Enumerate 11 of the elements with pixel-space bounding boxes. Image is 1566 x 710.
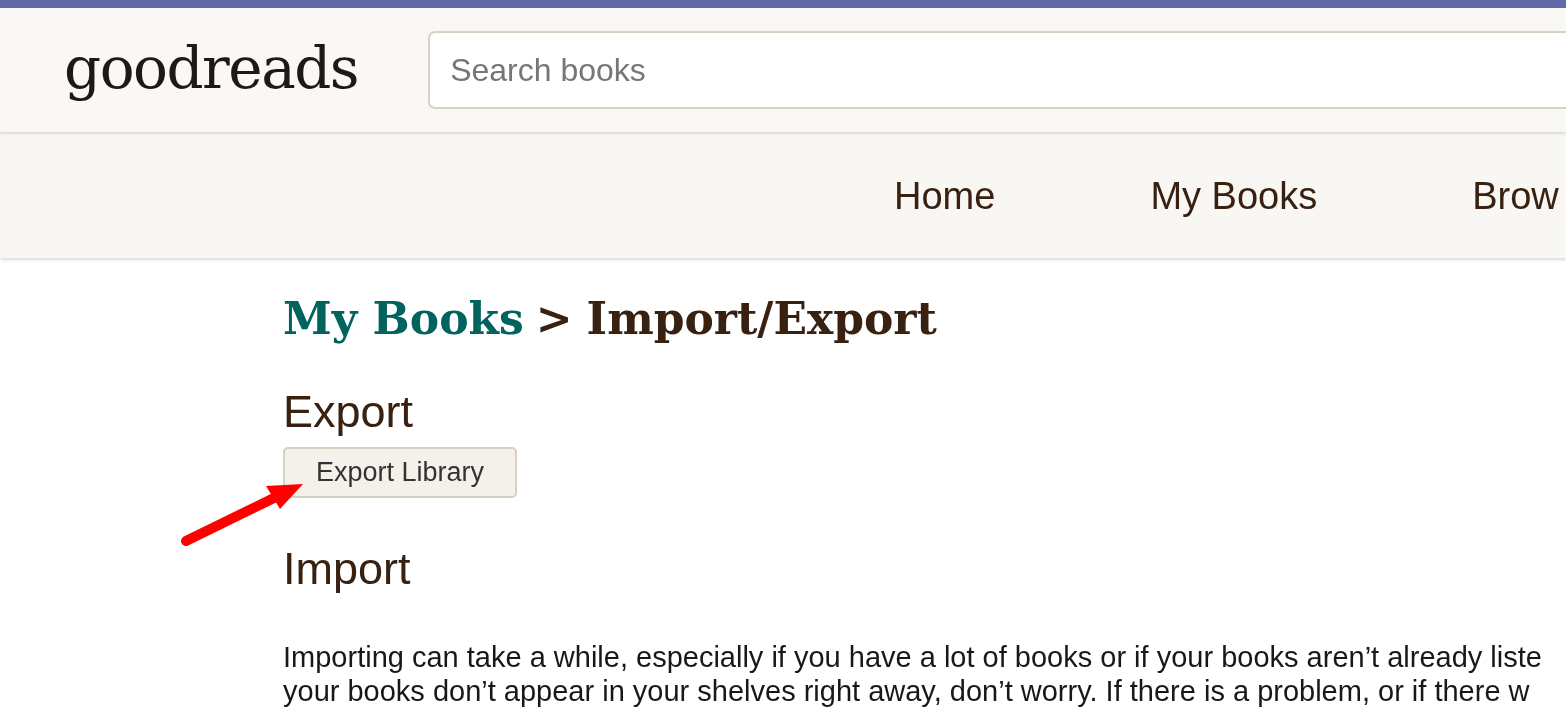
nav-link[interactable]: Brow [1472,172,1559,218]
page-title: Import/Export [586,293,937,344]
search-field[interactable]: Search books [428,31,1566,109]
breadcrumb-separator: > [535,293,573,344]
breadcrumb-link[interactable]: My Books [283,293,524,344]
section-heading: Export [283,386,414,438]
section-heading: Import [283,543,411,595]
export-library-button[interactable]: Export Library [283,447,517,498]
nav-link[interactable]: My Books [1150,172,1318,218]
nav-link[interactable]: Home [894,172,996,218]
import-instructions: Importing can take a while, especially if you have a lot of books or if your books aren’t already liste your books don’t appear in your shelves right away, don’t worry. If there is a problem, or if there w [283,640,1542,708]
